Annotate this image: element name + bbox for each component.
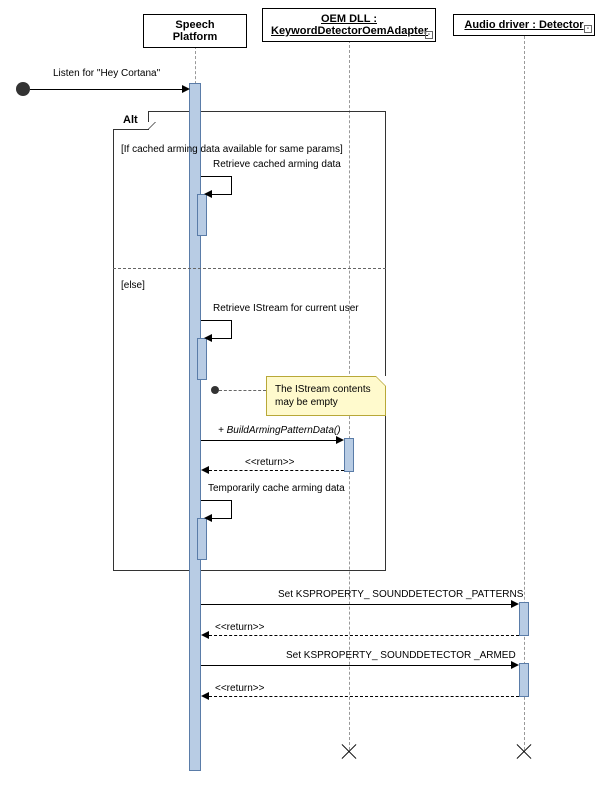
activation-oem-build bbox=[344, 438, 354, 472]
trigger-label: Listen for "Hey Cortana" bbox=[53, 68, 160, 79]
alt-divider bbox=[113, 268, 386, 269]
msg-return3-head bbox=[201, 692, 209, 700]
msg-istream-top bbox=[201, 320, 231, 321]
msg-cache-head bbox=[204, 514, 212, 522]
alt-label: Alt bbox=[113, 111, 149, 130]
msg-istream-head bbox=[204, 334, 212, 342]
lifeline-p3 bbox=[524, 36, 525, 750]
note-box: The IStream contents may be empty bbox=[266, 376, 386, 416]
msg-build-arrow bbox=[201, 440, 341, 441]
msg-return1-arrow bbox=[209, 470, 344, 471]
msg-cached-down bbox=[231, 176, 232, 194]
p2-line1: OEM DLL : bbox=[321, 13, 377, 25]
activation-driver-patterns bbox=[519, 602, 529, 636]
note-text: The IStream contents may be empty bbox=[275, 384, 371, 408]
guard-else: [else] bbox=[121, 280, 145, 291]
msg-build-label: + BuildArmingPatternData() bbox=[218, 425, 341, 436]
msg-return3-arrow bbox=[209, 696, 519, 697]
msg-istream-label: Retrieve IStream for current user bbox=[213, 303, 359, 314]
msg-cached-head bbox=[204, 190, 212, 198]
expand-icon: ▫ bbox=[584, 25, 592, 33]
alt-frame bbox=[113, 111, 386, 571]
msg-return1-label: <<return>> bbox=[245, 457, 294, 468]
note-anchor-dot bbox=[211, 386, 219, 394]
msg-cache-bot bbox=[210, 518, 232, 519]
msg-return2-head bbox=[201, 631, 209, 639]
msg-cache-top bbox=[201, 500, 231, 501]
trigger-arrowhead bbox=[182, 85, 190, 93]
msg-cached-bot bbox=[210, 194, 232, 195]
msg-return1-head bbox=[201, 466, 209, 474]
msg-cached-label: Retrieve cached arming data bbox=[213, 159, 341, 170]
msg-set-armed-head bbox=[511, 661, 519, 669]
expand-icon: ▫ bbox=[425, 31, 433, 39]
destroy-p2 bbox=[339, 742, 359, 762]
note-connector bbox=[219, 390, 266, 391]
activation-cache bbox=[197, 518, 207, 560]
msg-set-patterns-label: Set KSPROPERTY_ SOUNDDETECTOR _PATTERNS bbox=[278, 589, 523, 600]
destroy-p3 bbox=[514, 742, 534, 762]
msg-cache-down bbox=[231, 500, 232, 518]
activation-p1-main bbox=[189, 83, 201, 771]
participant-speech-platform: Speech Platform bbox=[143, 14, 247, 48]
msg-set-patterns-arrow bbox=[201, 604, 516, 605]
msg-set-patterns-head bbox=[511, 600, 519, 608]
msg-build-head bbox=[336, 436, 344, 444]
msg-istream-bot bbox=[210, 338, 232, 339]
msg-return3-label: <<return>> bbox=[215, 683, 264, 694]
msg-return2-label: <<return>> bbox=[215, 622, 264, 633]
msg-return2-arrow bbox=[209, 635, 519, 636]
trigger-arrow bbox=[30, 89, 187, 90]
activation-cached bbox=[197, 194, 207, 236]
participant-oem-dll: OEM DLL : KeywordDetectorOemAdapter ▫ bbox=[262, 8, 436, 42]
p2-line2: KeywordDetectorOemAdapter bbox=[271, 25, 428, 37]
activation-driver-armed bbox=[519, 663, 529, 697]
msg-cached-top bbox=[201, 176, 231, 177]
msg-cache-label: Temporarily cache arming data bbox=[208, 483, 345, 494]
msg-istream-down bbox=[231, 320, 232, 338]
msg-set-armed-arrow bbox=[201, 665, 516, 666]
participant-audio-driver: Audio driver : Detector ▫ bbox=[453, 14, 595, 36]
p3-label: Audio driver : Detector bbox=[464, 19, 583, 31]
msg-set-armed-label: Set KSPROPERTY_ SOUNDDETECTOR _ARMED bbox=[286, 650, 516, 661]
p1-label: Speech Platform bbox=[173, 19, 218, 43]
guard-if: [If cached arming data available for sam… bbox=[121, 144, 343, 155]
activation-istream bbox=[197, 338, 207, 380]
start-node bbox=[16, 82, 30, 96]
